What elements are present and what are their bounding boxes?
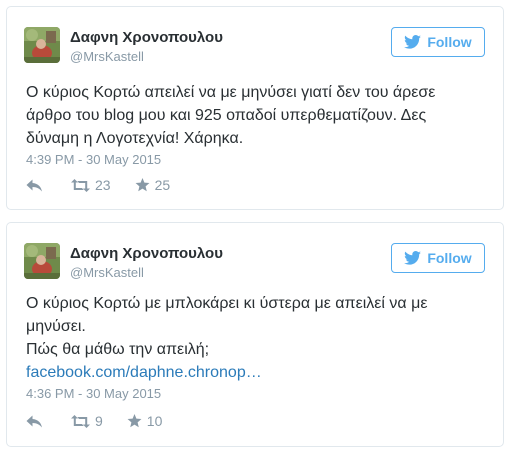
tweet-actions: 23 25 — [26, 177, 170, 193]
retweet-icon — [71, 414, 90, 428]
avatar[interactable] — [24, 243, 60, 279]
favorite-button[interactable]: 25 — [135, 177, 171, 193]
tweet-text-line: Ο κύριος Κορτώ απειλεί να με μηνύσει για… — [26, 84, 436, 101]
retweet-icon — [71, 178, 90, 192]
follow-label: Follow — [427, 34, 472, 50]
reply-arrow-icon — [26, 415, 43, 428]
follow-button[interactable]: Follow — [391, 27, 485, 57]
author-handle[interactable]: @MrsKastell — [70, 49, 144, 64]
retweet-button[interactable]: 23 — [71, 177, 111, 193]
follow-label: Follow — [427, 250, 472, 266]
twitter-bird-icon — [404, 35, 422, 49]
tweet-card: Δαφνη Χρονοπουλου @MrsKastell Follow Ο κ… — [6, 6, 504, 210]
author-name[interactable]: Δαφνη Χρονοπουλου — [70, 29, 223, 46]
tweet-timestamp[interactable]: 4:39 PM - 30 May 2015 — [26, 152, 161, 167]
tweet-text-line: δύναμη η Λογοτεχνία! Χάρηκα. — [26, 130, 244, 147]
tweet-timestamp[interactable]: 4:36 PM - 30 May 2015 — [26, 386, 161, 401]
tweet-text: Ο κύριος Κορτώ με μπλοκάρει κι ύστερα με… — [26, 292, 491, 384]
author-handle[interactable]: @MrsKastell — [70, 265, 144, 280]
reply-button[interactable] — [26, 179, 43, 192]
tweet-text-line: Ο κύριος Κορτώ με μπλοκάρει κι ύστερα με… — [26, 295, 428, 312]
tweet-actions: 9 10 — [26, 413, 162, 429]
tweet-text-line: μηνύσει. — [26, 318, 86, 335]
tweet-text-line: άρθρο του blog μου και 925 οπαδοί υπερθε… — [26, 107, 427, 124]
tweet-link[interactable]: facebook.com/daphne.chronop… — [26, 364, 262, 381]
star-icon — [135, 178, 150, 192]
retweet-button[interactable]: 9 — [71, 413, 103, 429]
retweet-count: 23 — [95, 177, 111, 193]
reply-button[interactable] — [26, 415, 43, 428]
author-name[interactable]: Δαφνη Χρονοπουλου — [70, 245, 223, 262]
reply-arrow-icon — [26, 179, 43, 192]
favorite-count: 25 — [154, 177, 171, 193]
star-icon — [127, 414, 142, 428]
favorite-count: 10 — [146, 413, 163, 429]
twitter-bird-icon — [404, 251, 422, 265]
follow-button[interactable]: Follow — [391, 243, 485, 273]
tweet-card: Δαφνη Χρονοπουλου @MrsKastell Follow Ο κ… — [6, 222, 504, 447]
tweet-text-line: Πώς θα μάθω την απειλή; — [26, 341, 210, 358]
favorite-button[interactable]: 10 — [127, 413, 163, 429]
retweet-count: 9 — [95, 413, 103, 429]
avatar[interactable] — [24, 27, 60, 63]
tweet-text: Ο κύριος Κορτώ απειλεί να με μηνύσει για… — [26, 81, 491, 150]
